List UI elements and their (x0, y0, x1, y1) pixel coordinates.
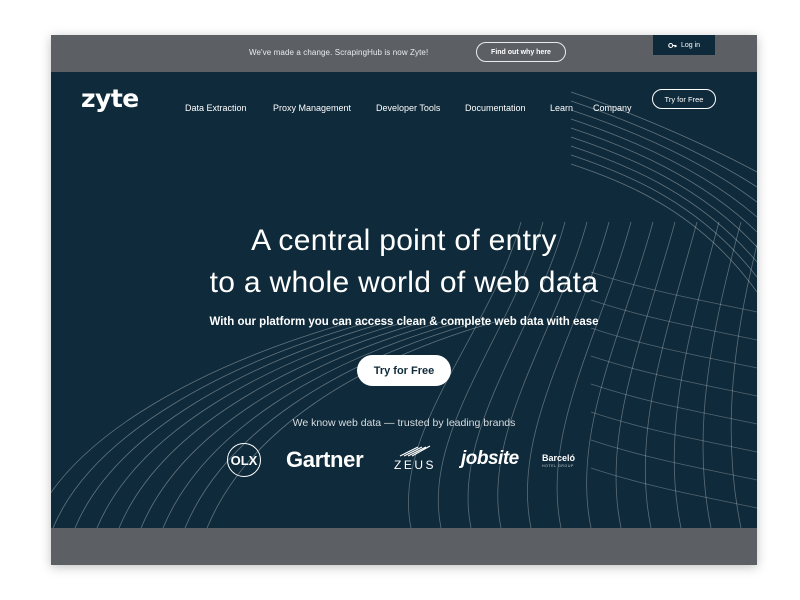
trusted-by-text: We know web data — trusted by leading br… (292, 417, 516, 429)
login-label: Log in (680, 41, 701, 49)
hero-subheadline: With our platform you can access clean &… (209, 316, 599, 328)
jobsite-logo: jobsite (461, 448, 519, 469)
nav-try-for-free-button[interactable]: Try for Free (652, 89, 716, 109)
nav-documentation[interactable]: Documentation (465, 99, 526, 117)
key-icon (668, 42, 677, 48)
barcelo-logo: Barceló (542, 453, 576, 463)
nav-learn[interactable]: Learn (550, 99, 573, 117)
nav-company[interactable]: Company (593, 99, 632, 117)
login-button[interactable]: Log in (653, 35, 715, 55)
olx-logo: OLX (227, 443, 261, 477)
nav-proxy-management[interactable]: Proxy Management (273, 99, 351, 117)
olx-logo-text: OLX (230, 452, 258, 468)
main-nav: Data Extraction Proxy Management Develop… (51, 99, 757, 117)
zeus-logo: ZEUS (391, 444, 439, 472)
hero-section: zyte Data Extraction Proxy Management De… (51, 72, 757, 528)
browser-viewport: We've made a change. ScrapingHub is now … (51, 35, 757, 565)
hero-headline-line2: to a whole world of web data (209, 266, 599, 299)
zeus-logo-text: ZEUS (393, 458, 436, 472)
announcement-text: We've made a change. ScrapingHub is now … (249, 48, 429, 57)
zeus-bolt-icon (399, 445, 431, 457)
find-out-why-button[interactable]: Find out why here (476, 42, 566, 62)
bottom-gray-strip (51, 528, 757, 565)
announcement-bar: We've made a change. ScrapingHub is now … (51, 35, 757, 72)
hero-headline-line1: A central point of entry (251, 224, 557, 257)
nav-data-extraction[interactable]: Data Extraction (185, 99, 247, 117)
barcelo-logo-subtext: HOTEL GROUP (542, 464, 574, 468)
nav-developer-tools[interactable]: Developer Tools (376, 99, 440, 117)
gartner-logo: Gartner (286, 447, 364, 472)
hero-try-for-free-button[interactable]: Try for Free (357, 355, 451, 386)
brand-logos: OLX Gartner ZEUS jobsite Barceló HOTEL G… (51, 439, 757, 485)
